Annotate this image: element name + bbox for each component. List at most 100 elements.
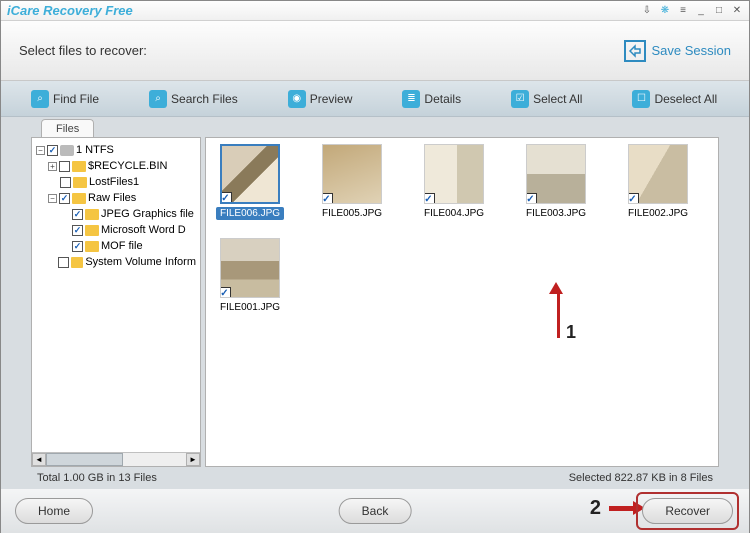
tree-recycle[interactable]: +$RECYCLE.BIN [36,158,196,174]
folder-icon [85,241,99,252]
file-thumbnail[interactable] [424,144,484,204]
select-all-icon: ☑ [511,90,529,108]
folder-icon [85,209,99,220]
close-icon[interactable]: ✕ [731,5,743,17]
tree-word[interactable]: Microsoft Word D [36,222,196,238]
checkbox[interactable] [59,161,70,172]
file-name-label: FILE003.JPG [522,207,590,220]
annotation-label-2: 2 [590,497,601,520]
recover-button[interactable]: Recover [642,498,733,524]
file-item[interactable]: FILE005.JPG [314,144,390,220]
file-item[interactable]: FILE006.JPG [212,144,288,220]
back-button[interactable]: Back [339,498,412,524]
scroll-thumb[interactable] [46,453,123,466]
header-prompt: Select files to recover: [19,43,624,58]
tree-rawfiles[interactable]: −Raw Files [36,190,196,206]
checkbox[interactable] [72,241,83,252]
file-checkbox[interactable] [322,193,333,204]
window-controls: ⇩ ❋ ≡ _ □ ✕ [641,5,743,17]
file-name-label: FILE005.JPG [318,207,386,220]
checkbox[interactable] [47,145,58,156]
tab-files[interactable]: Files [41,119,94,138]
folder-icon [72,193,86,204]
statusbar: Total 1.00 GB in 13 Files Selected 822.8… [1,467,749,489]
file-item[interactable]: FILE004.JPG [416,144,492,220]
checkbox[interactable] [58,257,68,268]
file-name-label: FILE001.JPG [216,301,284,314]
home-button[interactable]: Home [15,498,93,524]
select-all-button[interactable]: ☑Select All [511,90,582,108]
file-checkbox[interactable] [220,287,231,298]
footer: Home Back 2 Recover [1,489,749,533]
folder-icon [73,177,87,188]
deselect-all-icon: ☐ [632,90,650,108]
main-area: Files −1 NTFS +$RECYCLE.BIN LostFiles1 −… [1,117,749,467]
file-thumbnail[interactable] [526,144,586,204]
folder-icon [71,257,84,268]
tab-strip: Files [41,119,94,137]
scroll-right-icon[interactable]: ► [186,453,200,466]
save-session-button[interactable]: Save Session [624,40,732,62]
deselect-all-button[interactable]: ☐Deselect All [632,90,717,108]
annotation-arrow-1: 1 [554,282,563,338]
search-icon: ⌕ [149,90,167,108]
file-item[interactable]: FILE002.JPG [620,144,696,220]
find-icon: ⌕ [31,90,49,108]
file-name-label: FILE006.JPG [216,207,284,220]
search-files-button[interactable]: ⌕Search Files [149,90,238,108]
tree-svi[interactable]: System Volume Inform [36,254,196,270]
file-item[interactable]: FILE001.JPG [212,238,288,314]
file-thumbnail[interactable] [220,238,280,298]
file-thumbnail[interactable] [220,144,280,204]
checkbox[interactable] [59,193,70,204]
file-checkbox[interactable] [220,192,232,204]
file-thumbnail[interactable] [628,144,688,204]
status-total: Total 1.00 GB in 13 Files [37,472,569,484]
toolbar: ⌕Find File ⌕Search Files ◉Preview ≣Detai… [1,81,749,117]
checkbox[interactable] [72,225,83,236]
file-name-label: FILE004.JPG [420,207,488,220]
save-session-label: Save Session [652,43,732,58]
expand-icon[interactable]: + [48,162,57,171]
file-checkbox[interactable] [424,193,435,204]
scroll-left-icon[interactable]: ◄ [32,453,46,466]
tree-hscrollbar[interactable]: ◄ ► [32,452,200,466]
find-file-button[interactable]: ⌕Find File [31,90,99,108]
titlebar: iCare Recovery Free ⇩ ❋ ≡ _ □ ✕ [1,1,749,21]
header: Select files to recover: Save Session [1,21,749,81]
tree-panel: −1 NTFS +$RECYCLE.BIN LostFiles1 −Raw Fi… [31,137,201,467]
disk-icon [60,145,74,156]
tree-body: −1 NTFS +$RECYCLE.BIN LostFiles1 −Raw Fi… [32,138,200,452]
status-selected: Selected 822.87 KB in 8 Files [569,472,713,484]
preview-button[interactable]: ◉Preview [288,90,353,108]
file-checkbox[interactable] [526,193,537,204]
preview-icon: ◉ [288,90,306,108]
menu-icon[interactable]: ≡ [677,5,689,17]
recover-highlight: Recover [636,492,739,530]
checkbox[interactable] [60,177,71,188]
checkbox[interactable] [72,209,83,220]
annotation-label-1: 1 [566,322,576,343]
save-icon [624,40,646,62]
maximize-icon[interactable]: □ [713,5,725,17]
folder-icon [85,225,99,236]
tree-mof[interactable]: MOF file [36,238,196,254]
file-thumbnail[interactable] [322,144,382,204]
tree-lostfiles[interactable]: LostFiles1 [36,174,196,190]
tree-root[interactable]: −1 NTFS [36,142,196,158]
file-checkbox[interactable] [628,193,639,204]
collapse-icon[interactable]: − [48,194,57,203]
folder-icon [72,161,86,172]
details-icon: ≣ [402,90,420,108]
globe-icon[interactable]: ❋ [659,5,671,17]
file-name-label: FILE002.JPG [624,207,692,220]
thumbnail-panel: 1 FILE006.JPG FILE005.JPG FILE004.JPG FILE0… [205,137,719,467]
minimize-icon[interactable]: _ [695,5,707,17]
tree-jpeg[interactable]: JPEG Graphics file [36,206,196,222]
details-button[interactable]: ≣Details [402,90,461,108]
collapse-icon[interactable]: − [36,146,45,155]
scroll-track[interactable] [46,453,186,466]
app-title: iCare Recovery Free [7,3,641,18]
download-icon[interactable]: ⇩ [641,5,653,17]
file-item[interactable]: FILE003.JPG [518,144,594,220]
